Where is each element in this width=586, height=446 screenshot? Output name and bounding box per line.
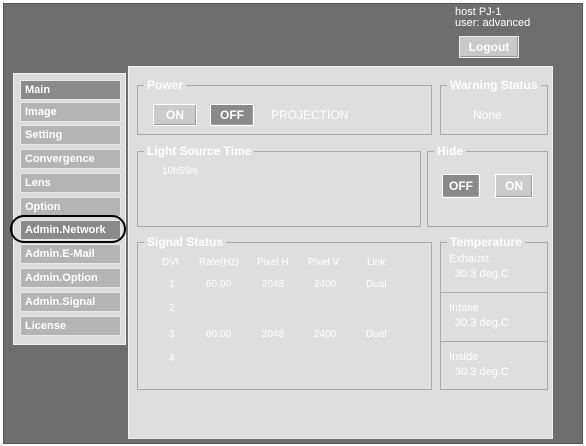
temp-inside-value: 30.3 deg.C [455,366,509,378]
power-on-button[interactable]: ON [153,104,197,126]
power-off-button[interactable]: OFF [210,104,254,126]
power-title: Power [144,78,187,92]
signal-group: Signal Status DVI Rate(Hz) Pixel H Pixel… [137,235,432,390]
sidebar-item-admin-option[interactable]: Admin.Option [20,268,121,288]
power-status: PROJECTION [271,108,349,122]
signal-cell: 60.00 [206,329,232,340]
hide-group: Hide OFF ON [427,144,548,227]
signal-cell: 2 [169,303,175,314]
signal-header-pixel-v: Pixel V [308,257,340,268]
signal-cell: 2400 [314,329,337,340]
hide-off-button[interactable]: OFF [442,174,480,198]
signal-header-rate: Rate(Hz) [199,257,240,268]
warning-title: Warning Status [447,78,541,92]
signal-header-dvi: DVI [162,257,179,268]
signal-header-pixel-h: Pixel H [257,257,289,268]
signal-cell: 60.00 [206,279,232,290]
signal-cell: 4 [169,353,175,364]
light-source-value: 10h59m [162,166,199,177]
sidebar-item-admin-network[interactable]: Admin.Network [20,220,121,240]
sidebar-item-admin-signal[interactable]: Admin.Signal [20,292,121,312]
temp-exhaust-label: Exhaust [449,253,489,265]
temp-inside-label: Inside [449,351,479,363]
user-label: user: advanced [455,17,531,29]
signal-header-link: Link [367,257,386,268]
temp-divider [441,292,547,293]
warning-group: Warning Status None [440,78,548,135]
sidebar-item-setting[interactable]: Setting [20,125,121,145]
power-group: Power ON OFF PROJECTION [137,78,432,135]
signal-cell: 1 [169,279,175,290]
sidebar-item-main[interactable]: Main [20,80,121,100]
logout-button[interactable]: Logout [459,36,519,58]
temperature-title: Temperature [447,235,525,249]
signal-title: Signal Status [144,235,227,249]
hide-on-button[interactable]: ON [495,174,533,198]
sidebar-item-convergence[interactable]: Convergence [20,149,121,169]
sidebar-item-option[interactable]: Option [20,197,121,217]
warning-value: None [473,108,502,122]
sidebar-item-admin-email[interactable]: Admin.E-Mail [20,244,121,264]
signal-cell: Dual [366,279,387,290]
temp-intake-value: 30.3 deg.C [455,317,509,329]
header-info: host PJ-1 user: advanced [455,7,579,29]
sidebar-item-lens[interactable]: Lens [20,173,121,193]
signal-cell: 3 [169,329,175,340]
temperature-group: Temperature Exhaust 30.3 deg.C Intake 30… [440,235,548,390]
signal-cell: Dual [366,329,387,340]
signal-cell: 2048 [262,329,285,340]
signal-cell: 2400 [314,279,337,290]
main-panel: Power ON OFF PROJECTION Warning Status N… [128,66,553,439]
sidebar: Main Image Setting Convergence Lens Opti… [13,73,126,345]
temp-exhaust-value: 30.3 deg.C [455,268,509,280]
temp-intake-label: Intake [449,302,479,314]
light-source-group: Light Source Time 10h59m [137,144,421,227]
temp-divider [441,341,547,342]
hide-title: Hide [434,144,467,158]
sidebar-item-license[interactable]: License [20,316,121,336]
light-source-title: Light Source Time [144,144,255,158]
sidebar-item-image[interactable]: Image [20,102,121,122]
signal-cell: 2048 [262,279,285,290]
